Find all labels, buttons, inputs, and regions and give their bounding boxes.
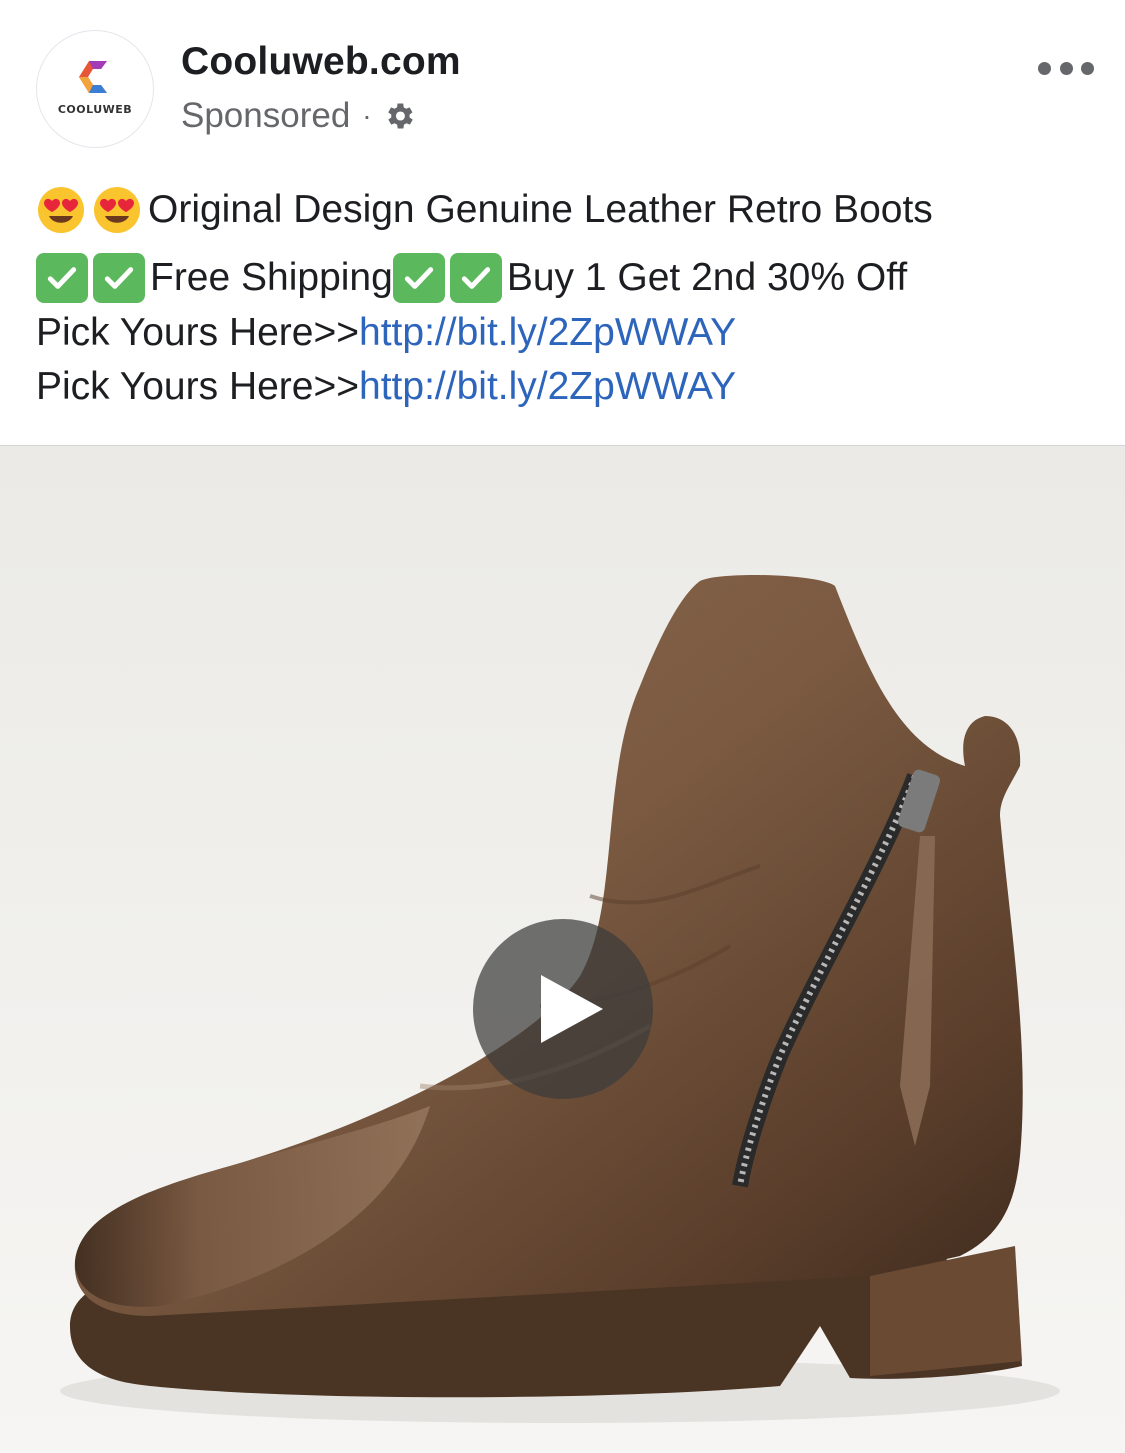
more-dot bbox=[1081, 61, 1094, 75]
more-dot bbox=[1059, 61, 1073, 75]
page-avatar[interactable]: COOLUWEB bbox=[36, 30, 154, 148]
promo-link[interactable]: http://bit.ly/2ZpWWAY bbox=[359, 305, 736, 361]
page-name-link[interactable]: Cooluweb.com bbox=[181, 40, 461, 84]
post-meta: Sponsored · bbox=[181, 94, 416, 138]
play-icon bbox=[541, 975, 603, 1043]
post-line-1: Original Design Genuine Leather Retro Bo… bbox=[36, 182, 1096, 238]
play-button[interactable] bbox=[473, 919, 653, 1099]
more-dot bbox=[1038, 61, 1051, 75]
check-mark-button-icon bbox=[449, 253, 502, 303]
avatar-logo-text: COOLUWEB bbox=[57, 103, 133, 116]
cooluweb-logo-icon bbox=[79, 61, 107, 93]
heart-eyes-emoji-icon bbox=[92, 185, 142, 235]
post-line-4-prefix: Pick Yours Here>> bbox=[36, 365, 360, 408]
check-mark-button-icon bbox=[93, 253, 145, 303]
promo-link[interactable]: http://bit.ly/2ZpWWAY bbox=[359, 359, 736, 415]
more-options-icon[interactable] bbox=[1038, 56, 1094, 80]
meta-separator: · bbox=[362, 100, 372, 131]
heart-eyes-emoji-icon bbox=[36, 185, 86, 235]
post-line-4: Pick Yours Here>> http://bit.ly/2ZpWWAY bbox=[36, 360, 1096, 414]
post-line-3: Pick Yours Here>> http://bit.ly/2ZpWWAY bbox=[36, 306, 1096, 360]
check-mark-button-icon bbox=[36, 253, 88, 303]
post-line-2-text-a: Free Shipping bbox=[150, 256, 393, 299]
sponsored-label[interactable]: Sponsored bbox=[181, 96, 350, 136]
post-line-2-text-b: Buy 1 Get 2nd 30% Off bbox=[506, 256, 908, 299]
post-line-2: Free Shipping Buy 1 Get 2nd 30% Off bbox=[36, 250, 1096, 306]
post-line-1-text: Original Design Genuine Leather Retro Bo… bbox=[148, 188, 933, 231]
gear-icon[interactable] bbox=[382, 99, 416, 133]
post-body: Original Design Genuine Leather Retro Bo… bbox=[36, 182, 1096, 414]
check-mark-button-icon bbox=[392, 253, 445, 303]
post-header: COOLUWEB Cooluweb.com Sponsored · bbox=[0, 0, 1125, 160]
video-media[interactable] bbox=[0, 445, 1125, 1453]
post-line-3-prefix: Pick Yours Here>> bbox=[36, 311, 360, 354]
